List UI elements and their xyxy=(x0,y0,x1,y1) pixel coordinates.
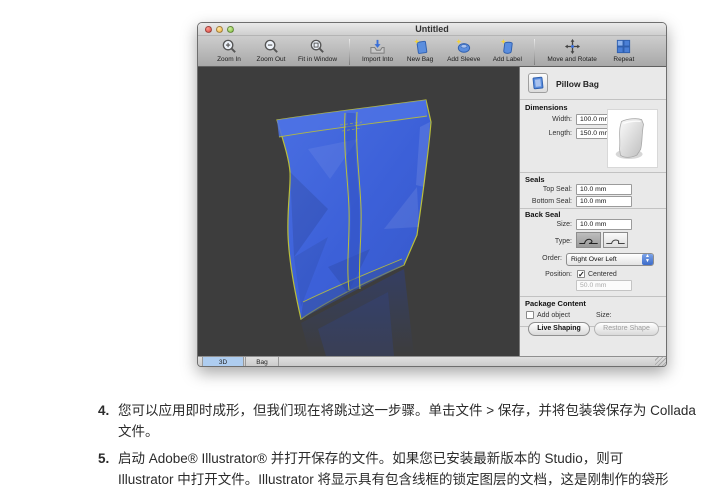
step-5-line-1: 启动 Adobe® Illustrator® 并打开保存的文件。如果您已安装最新… xyxy=(118,448,719,469)
top-seal-label: Top Seal: xyxy=(520,186,572,193)
step-number: 4. xyxy=(98,400,109,421)
divider xyxy=(520,296,666,297)
fit-in-window-icon xyxy=(309,38,326,55)
add-object-checkbox[interactable] xyxy=(526,311,534,319)
back-seal-size-label: Size: xyxy=(520,221,572,228)
import-into-button[interactable]: Import Into xyxy=(362,38,393,63)
lap-seal-icon xyxy=(604,233,627,247)
step-4: 4. 您可以应用即时成形，但我们现在将跳过这一步骤。单击文件 > 保存，并将包装… xyxy=(100,400,719,442)
step-4-line-2: 文件。 xyxy=(118,421,719,442)
tab-bag[interactable]: Bag xyxy=(245,357,279,367)
new-bag-icon xyxy=(412,38,429,55)
window-title: Untitled xyxy=(198,24,666,34)
seal-type-label: Type: xyxy=(520,238,572,245)
move-and-rotate-icon xyxy=(564,38,581,55)
add-object-label: Add object xyxy=(537,312,570,319)
content-size-label: Size: xyxy=(596,312,612,319)
seal-type-fin-button[interactable] xyxy=(576,232,601,248)
view-tab-bar: 3D Bag xyxy=(198,356,666,367)
parameters-panel: Pillow Bag Dimensions Width: 100.0 mm Le… xyxy=(520,67,666,356)
order-dropdown[interactable]: Right Over Left ▲▼ xyxy=(566,253,654,266)
divider xyxy=(520,208,666,209)
centered-label: Centered xyxy=(588,271,617,278)
pillow-bag-3d-model xyxy=(198,67,520,356)
bag-preview-thumbnail xyxy=(607,109,658,168)
restore-shape-button: Restore Shape xyxy=(594,322,659,336)
toolbar: Zoom In Zoom Out Fit in Window xyxy=(198,36,666,67)
bottom-seal-input[interactable]: 10.0 mm xyxy=(576,196,632,207)
document-text: 4. 您可以应用即时成形，但我们现在将跳过这一步骤。单击文件 > 保存，并将包装… xyxy=(100,400,719,496)
seals-heading: Seals xyxy=(525,175,545,184)
step-number: 5. xyxy=(98,448,109,469)
package-content-heading: Package Content xyxy=(525,299,586,308)
order-label: Order: xyxy=(520,255,562,262)
zoom-in-icon xyxy=(221,38,238,55)
add-sleeve-button[interactable]: Add Sleeve xyxy=(447,38,480,63)
centered-checkbox[interactable]: ✓ xyxy=(577,270,585,278)
top-seal-input[interactable]: 10.0 mm xyxy=(576,184,632,195)
live-shaping-button[interactable]: Live Shaping xyxy=(528,322,590,336)
fit-in-window-button[interactable]: Fit in Window xyxy=(298,38,337,63)
zoom-out-button[interactable]: Zoom Out xyxy=(256,38,286,63)
step-4-line-1: 您可以应用即时成形，但我们现在将跳过这一步骤。单击文件 > 保存，并将包装袋保存… xyxy=(118,400,719,421)
divider xyxy=(520,172,666,173)
repeat-button[interactable]: Repeat xyxy=(609,38,639,63)
back-seal-heading: Back Seal xyxy=(525,210,560,219)
back-seal-size-input[interactable]: 10.0 mm xyxy=(576,219,632,230)
add-label-icon xyxy=(499,38,516,55)
length-label: Length: xyxy=(520,130,572,137)
new-bag-button[interactable]: New Bag xyxy=(405,38,435,63)
seal-offset-input: 50.0 mm xyxy=(576,280,632,291)
width-label: Width: xyxy=(520,116,572,123)
step-5-line-2: Illustrator 中打开文件。Illustrator 将显示具有包含线框的… xyxy=(118,469,719,490)
tab-3d[interactable]: 3D xyxy=(202,357,244,367)
add-label-button[interactable]: Add Label xyxy=(492,38,522,63)
toolbar-separator xyxy=(349,39,350,65)
dropdown-stepper-icon: ▲▼ xyxy=(642,254,653,265)
3d-viewport[interactable] xyxy=(198,67,520,356)
add-sleeve-icon xyxy=(455,38,472,55)
toolbar-separator xyxy=(534,39,535,65)
position-label: Position: xyxy=(520,271,572,278)
zoom-in-button[interactable]: Zoom In xyxy=(214,38,244,63)
step-5: 5. 启动 Adobe® Illustrator® 并打开保存的文件。如果您已安… xyxy=(100,448,719,490)
fin-seal-icon xyxy=(577,233,600,247)
zoom-out-icon xyxy=(263,38,280,55)
titlebar[interactable]: Untitled xyxy=(198,23,666,36)
resize-grip[interactable] xyxy=(655,357,666,367)
studio-toolkit-window: Untitled Zoom In Zoom Out xyxy=(197,22,667,367)
order-value: Right Over Left xyxy=(571,256,617,263)
pillow-bag-icon xyxy=(528,73,548,93)
move-and-rotate-button[interactable]: Move and Rotate xyxy=(547,38,597,63)
repeat-icon xyxy=(615,38,632,55)
dimensions-heading: Dimensions xyxy=(525,103,568,112)
import-into-icon xyxy=(369,38,386,55)
panel-title: Pillow Bag xyxy=(556,79,599,89)
divider xyxy=(520,99,666,100)
seal-type-lap-button[interactable] xyxy=(603,232,628,248)
bottom-seal-label: Bottom Seal: xyxy=(520,198,572,205)
